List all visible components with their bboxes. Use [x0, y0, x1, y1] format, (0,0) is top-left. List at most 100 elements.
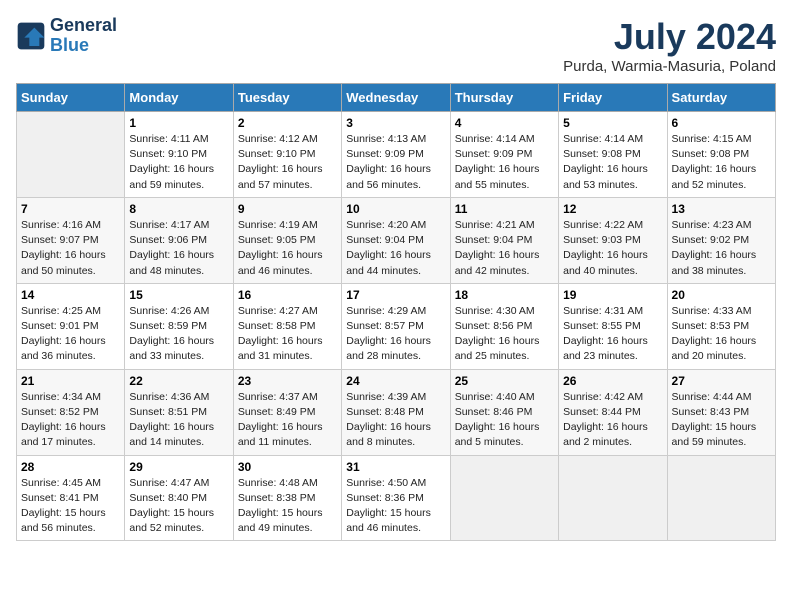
- day-info: Sunrise: 4:30 AMSunset: 8:56 PMDaylight:…: [455, 304, 554, 365]
- calendar-cell: 8 Sunrise: 4:17 AMSunset: 9:06 PMDaylight…: [125, 197, 233, 283]
- calendar-cell: 20 Sunrise: 4:33 AMSunset: 8:53 PMDayligh…: [667, 283, 775, 369]
- day-info: Sunrise: 4:33 AMSunset: 8:53 PMDaylight:…: [672, 304, 771, 365]
- calendar-cell: 29Sunrise: 4:47 AMSunset: 8:40 PMDayligh…: [125, 455, 233, 541]
- logo: General Blue: [16, 16, 117, 56]
- calendar-cell: [450, 455, 558, 541]
- day-number: 27: [672, 374, 771, 388]
- day-info: Sunrise: 4:19 AMSunset: 9:05 PMDaylight:…: [238, 218, 337, 279]
- day-number: 28: [21, 460, 120, 474]
- day-info: Sunrise: 4:48 AMSunset: 8:38 PMDaylight:…: [238, 476, 337, 537]
- calendar-subtitle: Purda, Warmia-Masuria, Poland: [563, 58, 776, 75]
- column-header-sunday: Sunday: [17, 84, 125, 112]
- day-number: 17: [346, 288, 445, 302]
- day-info: Sunrise: 4:29 AMSunset: 8:57 PMDaylight:…: [346, 304, 445, 365]
- day-info: Sunrise: 4:42 AMSunset: 8:44 PMDaylight:…: [563, 390, 662, 451]
- day-number: 7: [21, 202, 120, 216]
- calendar-title: July 2024: [563, 16, 776, 58]
- day-info: Sunrise: 4:17 AMSunset: 9:06 PMDaylight:…: [129, 218, 228, 279]
- day-info: Sunrise: 4:22 AMSunset: 9:03 PMDaylight:…: [563, 218, 662, 279]
- calendar-cell: 10 Sunrise: 4:20 AMSunset: 9:04 PMDayligh…: [342, 197, 450, 283]
- day-number: 5: [563, 116, 662, 130]
- day-info: Sunrise: 4:16 AMSunset: 9:07 PMDaylight:…: [21, 218, 120, 279]
- calendar-cell: 13 Sunrise: 4:23 AMSunset: 9:02 PMDayligh…: [667, 197, 775, 283]
- day-number: 18: [455, 288, 554, 302]
- calendar-cell: 4 Sunrise: 4:14 AMSunset: 9:09 PMDaylight…: [450, 112, 558, 198]
- day-info: Sunrise: 4:39 AMSunset: 8:48 PMDaylight:…: [346, 390, 445, 451]
- calendar-cell: 7 Sunrise: 4:16 AMSunset: 9:07 PMDaylight…: [17, 197, 125, 283]
- day-number: 4: [455, 116, 554, 130]
- title-section: July 2024 Purda, Warmia-Masuria, Poland: [563, 16, 776, 75]
- day-number: 8: [129, 202, 228, 216]
- column-header-friday: Friday: [559, 84, 667, 112]
- calendar-cell: 25Sunrise: 4:40 AMSunset: 8:46 PMDayligh…: [450, 369, 558, 455]
- day-info: Sunrise: 4:14 AMSunset: 9:09 PMDaylight:…: [455, 132, 554, 193]
- calendar-cell: 11Sunrise: 4:21 AMSunset: 9:04 PMDayligh…: [450, 197, 558, 283]
- column-header-saturday: Saturday: [667, 84, 775, 112]
- day-info: Sunrise: 4:45 AMSunset: 8:41 PMDaylight:…: [21, 476, 120, 537]
- calendar-cell: 19 Sunrise: 4:31 AMSunset: 8:55 PMDayligh…: [559, 283, 667, 369]
- day-number: 26: [563, 374, 662, 388]
- calendar-cell: 22Sunrise: 4:36 AMSunset: 8:51 PMDayligh…: [125, 369, 233, 455]
- page-header: General Blue July 2024 Purda, Warmia-Mas…: [16, 16, 776, 75]
- calendar-cell: 2 Sunrise: 4:12 AMSunset: 9:10 PMDaylight…: [233, 112, 341, 198]
- day-number: 20: [672, 288, 771, 302]
- day-info: Sunrise: 4:37 AMSunset: 8:49 PMDaylight:…: [238, 390, 337, 451]
- day-info: Sunrise: 4:12 AMSunset: 9:10 PMDaylight:…: [238, 132, 337, 193]
- calendar-cell: [667, 455, 775, 541]
- calendar-cell: 6Sunrise: 4:15 AMSunset: 9:08 PMDaylight…: [667, 112, 775, 198]
- calendar-cell: 5 Sunrise: 4:14 AMSunset: 9:08 PMDaylight…: [559, 112, 667, 198]
- day-info: Sunrise: 4:14 AMSunset: 9:08 PMDaylight:…: [563, 132, 662, 193]
- day-number: 2: [238, 116, 337, 130]
- day-info: Sunrise: 4:25 AMSunset: 9:01 PMDaylight:…: [21, 304, 120, 365]
- calendar-week-4: 21Sunrise: 4:34 AMSunset: 8:52 PMDayligh…: [17, 369, 776, 455]
- calendar-cell: 21Sunrise: 4:34 AMSunset: 8:52 PMDayligh…: [17, 369, 125, 455]
- day-number: 23: [238, 374, 337, 388]
- calendar-week-5: 28 Sunrise: 4:45 AMSunset: 8:41 PMDayligh…: [17, 455, 776, 541]
- calendar-cell: 18 Sunrise: 4:30 AMSunset: 8:56 PMDayligh…: [450, 283, 558, 369]
- day-number: 31: [346, 460, 445, 474]
- calendar-cell: 17 Sunrise: 4:29 AMSunset: 8:57 PMDayligh…: [342, 283, 450, 369]
- day-number: 13: [672, 202, 771, 216]
- logo-icon: [16, 21, 46, 51]
- calendar-body: 1 Sunrise: 4:11 AMSunset: 9:10 PMDaylight…: [17, 112, 776, 541]
- day-number: 14: [21, 288, 120, 302]
- day-number: 30: [238, 460, 337, 474]
- day-info: Sunrise: 4:13 AMSunset: 9:09 PMDaylight:…: [346, 132, 445, 193]
- day-info: Sunrise: 4:15 AMSunset: 9:08 PMDaylight:…: [672, 132, 771, 193]
- calendar-cell: 26 Sunrise: 4:42 AMSunset: 8:44 PMDayligh…: [559, 369, 667, 455]
- calendar-cell: 28 Sunrise: 4:45 AMSunset: 8:41 PMDayligh…: [17, 455, 125, 541]
- day-info: Sunrise: 4:27 AMSunset: 8:58 PMDaylight:…: [238, 304, 337, 365]
- day-number: 1: [129, 116, 228, 130]
- day-info: Sunrise: 4:20 AMSunset: 9:04 PMDaylight:…: [346, 218, 445, 279]
- day-info: Sunrise: 4:31 AMSunset: 8:55 PMDaylight:…: [563, 304, 662, 365]
- calendar-header-row: SundayMondayTuesdayWednesdayThursdayFrid…: [17, 84, 776, 112]
- calendar-cell: 16 Sunrise: 4:27 AMSunset: 8:58 PMDayligh…: [233, 283, 341, 369]
- day-number: 15: [129, 288, 228, 302]
- calendar-cell: 14 Sunrise: 4:25 AMSunset: 9:01 PMDayligh…: [17, 283, 125, 369]
- day-number: 9: [238, 202, 337, 216]
- day-info: Sunrise: 4:11 AMSunset: 9:10 PMDaylight:…: [129, 132, 228, 193]
- day-number: 12: [563, 202, 662, 216]
- calendar-cell: 9 Sunrise: 4:19 AMSunset: 9:05 PMDaylight…: [233, 197, 341, 283]
- calendar-table: SundayMondayTuesdayWednesdayThursdayFrid…: [16, 83, 776, 541]
- calendar-week-3: 14 Sunrise: 4:25 AMSunset: 9:01 PMDayligh…: [17, 283, 776, 369]
- calendar-cell: 31Sunrise: 4:50 AMSunset: 8:36 PMDayligh…: [342, 455, 450, 541]
- day-info: Sunrise: 4:40 AMSunset: 8:46 PMDaylight:…: [455, 390, 554, 451]
- day-number: 24: [346, 374, 445, 388]
- day-number: 19: [563, 288, 662, 302]
- calendar-cell: 27 Sunrise: 4:44 AMSunset: 8:43 PMDayligh…: [667, 369, 775, 455]
- day-number: 11: [455, 202, 554, 216]
- column-header-monday: Monday: [125, 84, 233, 112]
- column-header-thursday: Thursday: [450, 84, 558, 112]
- logo-text: General Blue: [50, 16, 117, 56]
- calendar-cell: 15Sunrise: 4:26 AMSunset: 8:59 PMDayligh…: [125, 283, 233, 369]
- day-number: 10: [346, 202, 445, 216]
- day-number: 16: [238, 288, 337, 302]
- calendar-cell: [17, 112, 125, 198]
- calendar-cell: [559, 455, 667, 541]
- calendar-cell: 1 Sunrise: 4:11 AMSunset: 9:10 PMDaylight…: [125, 112, 233, 198]
- day-info: Sunrise: 4:23 AMSunset: 9:02 PMDaylight:…: [672, 218, 771, 279]
- calendar-week-2: 7 Sunrise: 4:16 AMSunset: 9:07 PMDaylight…: [17, 197, 776, 283]
- day-info: Sunrise: 4:36 AMSunset: 8:51 PMDaylight:…: [129, 390, 228, 451]
- day-info: Sunrise: 4:44 AMSunset: 8:43 PMDaylight:…: [672, 390, 771, 451]
